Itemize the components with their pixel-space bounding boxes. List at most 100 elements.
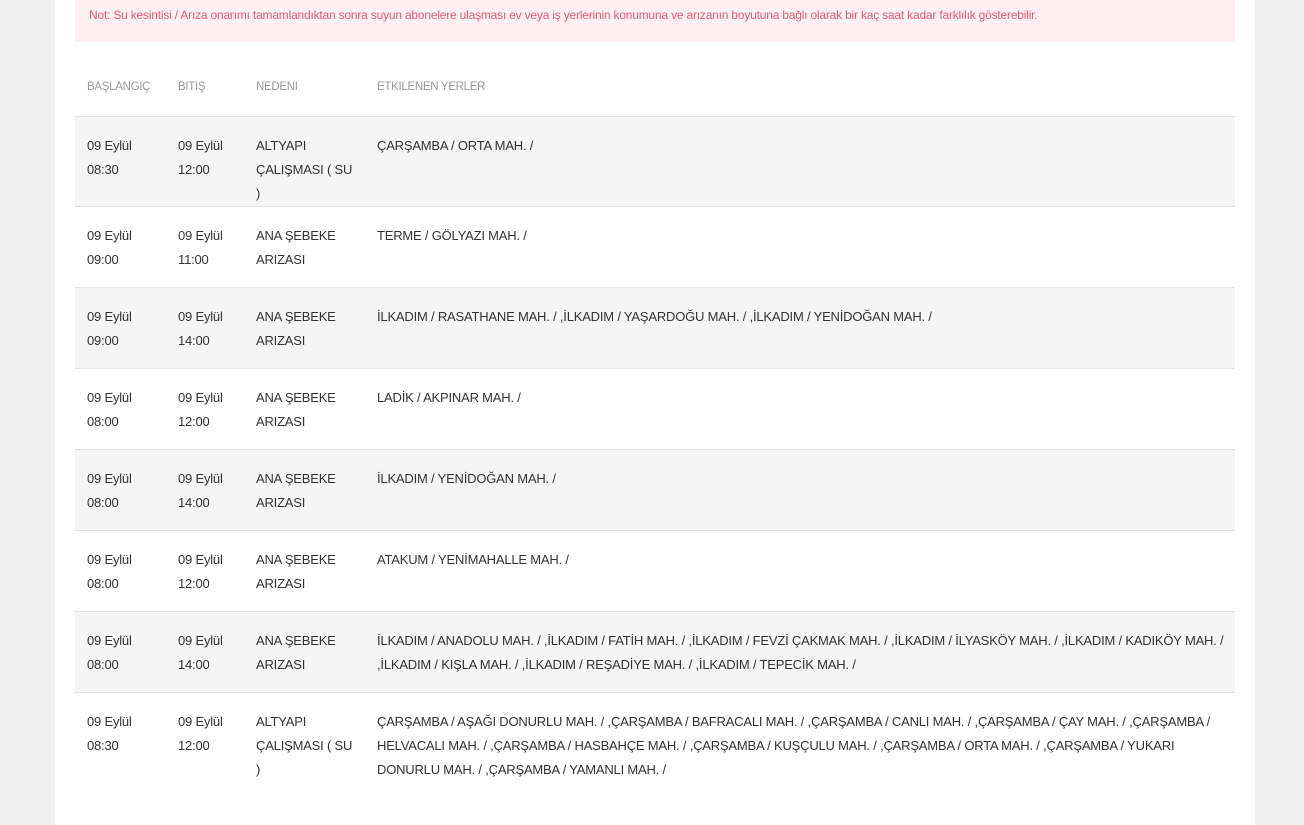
end-time: 14:00 [178, 332, 210, 348]
reason-line-2: ÇALIŞMASI ( SU ) [256, 737, 353, 777]
affected-places: ÇARŞAMBA / ORTA MAH. / [377, 137, 534, 153]
table-row: 09 Eylül 08:00 09 Eylül 12:00 ANA ŞEBEKE ARIZ… [75, 530, 1235, 612]
reason-line-1: ANA ŞEBEKE [256, 632, 336, 648]
end-date: 09 Eylül [178, 713, 223, 729]
start-time: 08:00 [87, 413, 119, 429]
start-time: 08:00 [87, 656, 119, 672]
start-cell: 09 Eylül 08:00 [75, 368, 166, 450]
reason-line-1: ANA ŞEBEKE [256, 470, 336, 486]
header-places: ETKILENEN YERLER [365, 62, 1235, 117]
affected-places: İLKADIM / ANADOLU MAH. / ,İLKADIM / FATİ… [377, 632, 1224, 672]
start-time: 08:00 [87, 575, 119, 591]
end-time: 12:00 [178, 161, 210, 177]
end-time: 14:00 [178, 494, 210, 510]
reason-cell: ANA ŞEBEKE ARIZASI [244, 530, 365, 612]
end-time: 11:00 [178, 251, 209, 267]
reason-cell: ALTYAPI ÇALIŞMASI ( SU ) [244, 116, 365, 207]
end-cell: 09 Eylül 14:00 [166, 611, 244, 693]
table-header-row: BAŞLANGIÇ BITIŞ NEDENI ETKILENEN YERLER [75, 62, 1235, 117]
affected-places: ATAKUM / YENİMAHALLE MAH. / [377, 551, 569, 567]
reason-line-1: ALTYAPI [256, 137, 307, 153]
start-cell: 09 Eylül 08:30 [75, 116, 166, 207]
places-cell: İLKADIM / ANADOLU MAH. / ,İLKADIM / FATİ… [365, 611, 1235, 693]
notice-banner: Not: Su kesintisi / Arıza onarımı tamaml… [75, 0, 1235, 42]
end-time: 12:00 [178, 737, 210, 753]
start-time: 09:00 [87, 251, 119, 267]
reason-cell: ANA ŞEBEKE ARIZASI [244, 611, 365, 693]
start-date: 09 Eylül [87, 389, 132, 405]
end-time: 14:00 [178, 656, 210, 672]
places-cell: ATAKUM / YENİMAHALLE MAH. / [365, 530, 1235, 612]
end-cell: 09 Eylül 14:00 [166, 287, 244, 369]
reason-cell: ANA ŞEBEKE ARIZASI [244, 206, 365, 288]
reason-line-1: ANA ŞEBEKE [256, 227, 336, 243]
table-row: 09 Eylül 08:00 09 Eylül 14:00 ANA ŞEBEKE ARIZ… [75, 611, 1235, 693]
start-date: 09 Eylül [87, 137, 132, 153]
reason-line-1: ALTYAPI [256, 713, 307, 729]
start-date: 09 Eylül [87, 470, 132, 486]
reason-line-1: ANA ŞEBEKE [256, 389, 336, 405]
outage-table: BAŞLANGIÇ BITIŞ NEDENI ETKILENEN YERLER … [75, 62, 1235, 786]
reason-line-1: ANA ŞEBEKE [256, 308, 336, 324]
table-row: 09 Eylül 08:00 09 Eylül 12:00 ANA ŞEBEKE ARIZ… [75, 368, 1235, 450]
end-date: 09 Eylül [178, 389, 223, 405]
reason-line-2: ARIZASI [256, 332, 306, 348]
end-cell: 09 Eylül 12:00 [166, 368, 244, 450]
start-time: 09:00 [87, 332, 119, 348]
reason-line-1: ANA ŞEBEKE [256, 551, 336, 567]
notice-text: Not: Su kesintisi / Arıza onarımı tamaml… [89, 8, 1038, 22]
end-date: 09 Eylül [178, 308, 223, 324]
affected-places: İLKADIM / RASATHANE MAH. / ,İLKADIM / YA… [377, 308, 932, 324]
page-container: Not: Su kesintisi / Arıza onarımı tamaml… [55, 0, 1255, 825]
reason-cell: ANA ŞEBEKE ARIZASI [244, 449, 365, 531]
start-cell: 09 Eylül 08:00 [75, 611, 166, 693]
end-time: 12:00 [178, 413, 210, 429]
end-cell: 09 Eylül 12:00 [166, 530, 244, 612]
reason-line-2: ARIZASI [256, 575, 306, 591]
table-row: 09 Eylül 09:00 09 Eylül 14:00 ANA ŞEBEKE ARIZ… [75, 287, 1235, 369]
reason-line-2: ARIZASI [256, 413, 306, 429]
start-cell: 09 Eylül 09:00 [75, 287, 166, 369]
start-date: 09 Eylül [87, 632, 132, 648]
header-reason: NEDENI [244, 62, 365, 117]
table-body: 09 Eylül 08:30 09 Eylül 12:00 ALTYAPI ÇALIŞMA… [75, 116, 1235, 786]
start-time: 08:30 [87, 161, 119, 177]
end-date: 09 Eylül [178, 227, 223, 243]
start-date: 09 Eylül [87, 227, 132, 243]
end-cell: 09 Eylül 11:00 [166, 206, 244, 288]
reason-cell: ANA ŞEBEKE ARIZASI [244, 368, 365, 450]
start-cell: 09 Eylül 09:00 [75, 206, 166, 288]
end-time: 12:00 [178, 575, 210, 591]
places-cell: TERME / GÖLYAZI MAH. / [365, 206, 1235, 288]
places-cell: ÇARŞAMBA / ORTA MAH. / [365, 116, 1235, 207]
start-cell: 09 Eylül 08:30 [75, 692, 166, 786]
end-cell: 09 Eylül 12:00 [166, 116, 244, 207]
places-cell: İLKADIM / YENİDOĞAN MAH. / [365, 449, 1235, 531]
reason-line-2: ARIZASI [256, 494, 306, 510]
end-cell: 09 Eylül 12:00 [166, 692, 244, 786]
table-row: 09 Eylül 08:30 09 Eylül 12:00 ALTYAPI ÇALIŞMA… [75, 692, 1235, 786]
affected-places: TERME / GÖLYAZI MAH. / [377, 227, 527, 243]
places-cell: İLKADIM / RASATHANE MAH. / ,İLKADIM / YA… [365, 287, 1235, 369]
reason-cell: ALTYAPI ÇALIŞMASI ( SU ) [244, 692, 365, 786]
table-row: 09 Eylül 08:00 09 Eylül 14:00 ANA ŞEBEKE ARIZ… [75, 449, 1235, 531]
end-date: 09 Eylül [178, 632, 223, 648]
places-cell: ÇARŞAMBA / AŞAĞI DONURLU MAH. / ,ÇARŞAMB… [365, 692, 1235, 786]
end-date: 09 Eylül [178, 470, 223, 486]
start-cell: 09 Eylül 08:00 [75, 449, 166, 531]
reason-cell: ANA ŞEBEKE ARIZASI [244, 287, 365, 369]
affected-places: LADİK / AKPINAR MAH. / [377, 389, 521, 405]
table-row: 09 Eylül 09:00 09 Eylül 11:00 ANA ŞEBEKE ARIZ… [75, 206, 1235, 288]
affected-places: İLKADIM / YENİDOĞAN MAH. / [377, 470, 556, 486]
start-date: 09 Eylül [87, 551, 132, 567]
start-time: 08:00 [87, 494, 119, 510]
reason-line-2: ÇALIŞMASI ( SU ) [256, 161, 353, 201]
reason-line-2: ARIZASI [256, 251, 306, 267]
affected-places: ÇARŞAMBA / AŞAĞI DONURLU MAH. / ,ÇARŞAMB… [377, 713, 1210, 777]
start-cell: 09 Eylül 08:00 [75, 530, 166, 612]
end-date: 09 Eylül [178, 137, 223, 153]
end-date: 09 Eylül [178, 551, 223, 567]
start-time: 08:30 [87, 737, 119, 753]
start-date: 09 Eylül [87, 308, 132, 324]
table-row: 09 Eylül 08:30 09 Eylül 12:00 ALTYAPI ÇALIŞMA… [75, 116, 1235, 207]
